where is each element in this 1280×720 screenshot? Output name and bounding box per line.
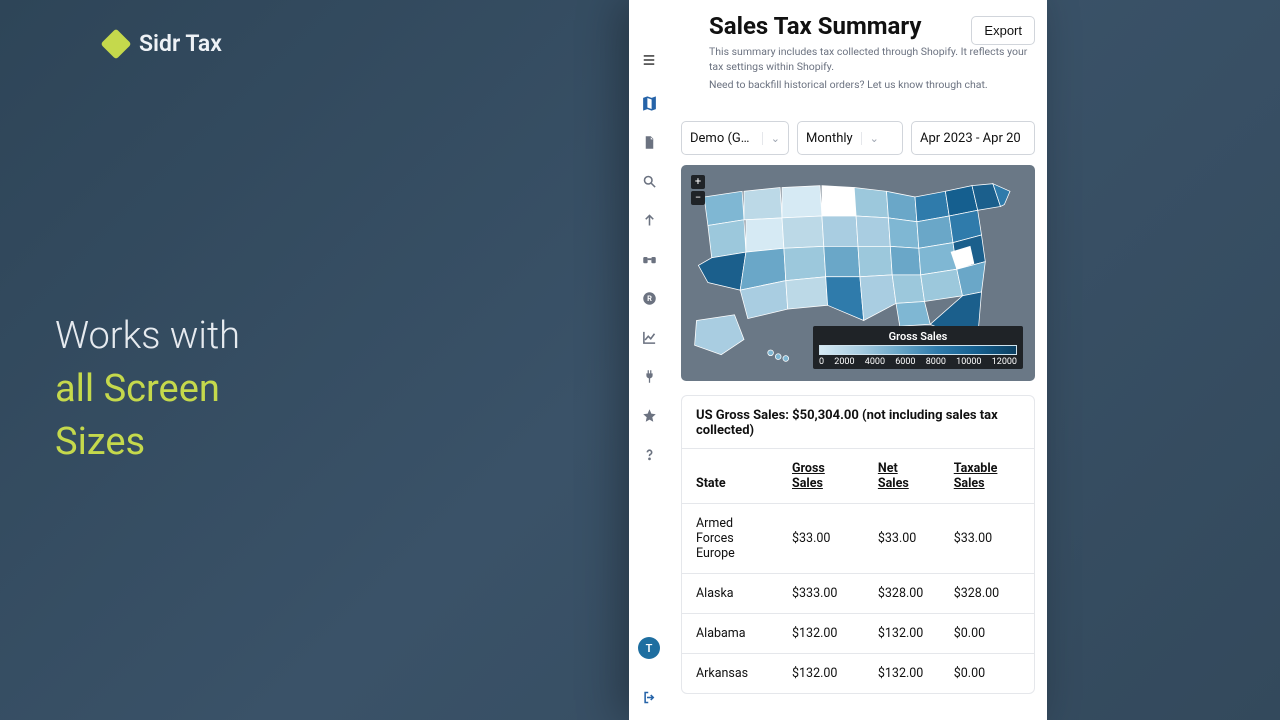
store-select[interactable]: Demo (GR... ⌄ xyxy=(681,121,789,155)
legend-tick: 8000 xyxy=(926,357,946,367)
svg-text:R: R xyxy=(647,294,652,303)
legend-tick: 6000 xyxy=(895,357,915,367)
hero-line1: Works with xyxy=(55,310,240,363)
brand-name: Sidr Tax xyxy=(139,30,222,57)
table-header-row: State Gross Sales Net Sales Taxable Sale… xyxy=(682,449,1034,504)
cell-gross: $132.00 xyxy=(778,654,864,694)
sidebar: R T xyxy=(629,0,669,720)
legend-tick: 12000 xyxy=(992,357,1017,367)
cell-net: $33.00 xyxy=(864,504,940,574)
page-subtitle-1: This summary includes tax collected thro… xyxy=(681,44,1035,74)
period-select[interactable]: Monthly ⌄ xyxy=(797,121,903,155)
cell-state: Alabama xyxy=(682,614,778,654)
map-zoom: + − xyxy=(691,175,705,207)
help-icon[interactable] xyxy=(640,445,658,463)
table-row: Alabama$132.00$132.00$0.00 xyxy=(682,614,1034,654)
daterange-label: Apr 2023 - Apr 20 xyxy=(920,131,1021,146)
binoculars-icon[interactable] xyxy=(640,250,658,268)
col-state: State xyxy=(682,449,778,504)
hero-line3: Sizes xyxy=(55,416,240,469)
table-row: Alaska$333.00$328.00$328.00 xyxy=(682,574,1034,614)
legend-title: Gross Sales xyxy=(819,330,1017,343)
filters: Demo (GR... ⌄ Monthly ⌄ Apr 2023 - Apr 2… xyxy=(681,121,1035,155)
cell-net: $328.00 xyxy=(864,574,940,614)
cell-net: $132.00 xyxy=(864,614,940,654)
cell-taxable: $0.00 xyxy=(940,614,1034,654)
summary-title: US Gross Sales: $50,304.00 (not includin… xyxy=(682,396,1034,448)
cell-taxable: $328.00 xyxy=(940,574,1034,614)
daterange-select[interactable]: Apr 2023 - Apr 20 xyxy=(911,121,1035,155)
summary-card: US Gross Sales: $50,304.00 (not includin… xyxy=(681,395,1035,694)
cell-taxable: $0.00 xyxy=(940,654,1034,694)
logout-icon[interactable] xyxy=(640,688,658,706)
zoom-in-button[interactable]: + xyxy=(691,175,705,189)
content: Export Sales Tax Summary This summary in… xyxy=(669,0,1047,720)
upload-icon[interactable] xyxy=(640,211,658,229)
col-taxable[interactable]: Taxable Sales xyxy=(940,449,1034,504)
cell-state: Alaska xyxy=(682,574,778,614)
col-net[interactable]: Net Sales xyxy=(864,449,940,504)
zoom-out-button[interactable]: − xyxy=(691,191,705,205)
device-screenshot: R T Export Sales Tax Summary This summar… xyxy=(629,0,1047,720)
cell-gross: $333.00 xyxy=(778,574,864,614)
star-icon[interactable] xyxy=(640,406,658,424)
map-icon[interactable] xyxy=(640,94,658,112)
brand-logo-icon xyxy=(100,28,131,59)
cell-gross: $132.00 xyxy=(778,614,864,654)
legend-tick: 4000 xyxy=(865,357,885,367)
chevron-down-icon: ⌄ xyxy=(861,132,879,145)
legend-tick: 2000 xyxy=(834,357,854,367)
chart-icon[interactable] xyxy=(640,328,658,346)
chevron-down-icon: ⌄ xyxy=(762,132,780,145)
avatar[interactable]: T xyxy=(638,637,660,659)
export-button[interactable]: Export xyxy=(971,16,1035,45)
cell-net: $132.00 xyxy=(864,654,940,694)
legend-color-bar xyxy=(819,345,1017,355)
registered-icon[interactable]: R xyxy=(640,289,658,307)
legend-tick: 10000 xyxy=(956,357,981,367)
legend-ticks: 0 2000 4000 6000 8000 10000 12000 xyxy=(819,357,1017,367)
table-row: Arkansas$132.00$132.00$0.00 xyxy=(682,654,1034,694)
hero-text: Works with all Screen Sizes xyxy=(55,310,240,470)
map-card: + − xyxy=(681,165,1035,381)
hero-line2: all Screen xyxy=(55,363,240,416)
table-row: Armed Forces Europe$33.00$33.00$33.00 xyxy=(682,504,1034,574)
map-legend: Gross Sales 0 2000 4000 6000 8000 10000 … xyxy=(813,326,1023,369)
period-select-label: Monthly xyxy=(806,131,853,146)
plug-icon[interactable] xyxy=(640,367,658,385)
store-select-label: Demo (GR... xyxy=(690,131,754,146)
legend-tick: 0 xyxy=(819,357,824,367)
cell-taxable: $33.00 xyxy=(940,504,1034,574)
page-subtitle-2: Need to backfill historical orders? Let … xyxy=(681,78,1035,91)
brand: Sidr Tax xyxy=(105,30,222,57)
file-icon[interactable] xyxy=(640,133,658,151)
cell-state: Arkansas xyxy=(682,654,778,694)
summary-table: State Gross Sales Net Sales Taxable Sale… xyxy=(682,448,1034,693)
col-gross[interactable]: Gross Sales xyxy=(778,449,864,504)
cell-gross: $33.00 xyxy=(778,504,864,574)
search-icon[interactable] xyxy=(640,172,658,190)
cell-state: Armed Forces Europe xyxy=(682,504,778,574)
